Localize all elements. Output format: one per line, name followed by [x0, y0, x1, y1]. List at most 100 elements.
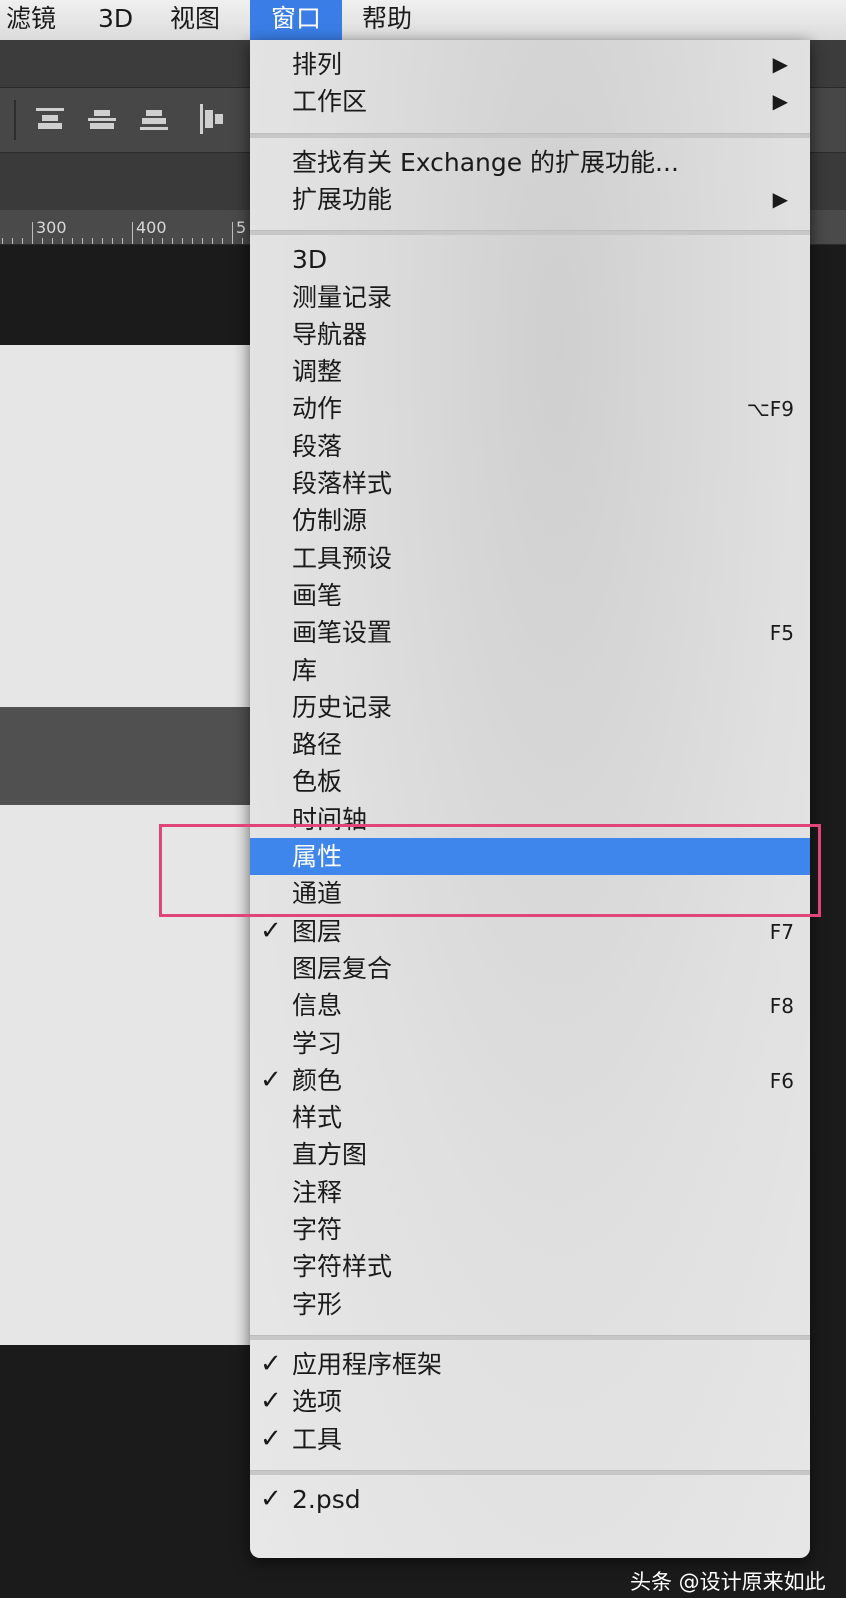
menu-item-2-7[interactable]: 仿制源 [250, 502, 810, 539]
menu-item-2-4[interactable]: 动作 ⌥F9 [250, 390, 810, 427]
menu-item-label: 应用程序框架 [292, 1349, 443, 1379]
menu-item-3-1[interactable]: ✓ 选项 [250, 1383, 810, 1420]
menu-item-label: 图层 [292, 916, 343, 946]
shortcut-label: F6 [769, 1068, 794, 1093]
menu-item-label: 图层复合 [292, 953, 393, 983]
ruler-tick [162, 238, 163, 244]
ruler-tick [152, 238, 153, 244]
menu-item-2-0[interactable]: 3D [250, 241, 810, 278]
menu-item-label: 路径 [292, 730, 343, 760]
menu-item-label: 通道 [292, 879, 343, 909]
menu-item-label: 导航器 [292, 319, 368, 349]
menu-item-label: 字形 [292, 1289, 343, 1319]
menu-item-2-16[interactable]: 属性 [250, 838, 810, 875]
menu-item-label: 样式 [292, 1103, 343, 1133]
menu-item-2-20[interactable]: 信息 F8 [250, 987, 810, 1024]
shortcut-label: F8 [769, 994, 794, 1019]
menu-item-2-14[interactable]: 色板 [250, 763, 810, 800]
menu-item-label: 工具预设 [292, 543, 393, 573]
menu-item-label: 仿制源 [292, 506, 368, 536]
canvas-area[interactable] [0, 805, 250, 1345]
window-menu-dropdown: 排列 ▶ 工作区 ▶ 查找有关 Exchange 的扩展功能... 扩展功能 ▶ 3D 测量记录… [250, 40, 810, 1558]
menu-item-2-5[interactable]: 段落 [250, 428, 810, 465]
ruler-tick [122, 238, 123, 244]
align-left-icon[interactable] [200, 104, 230, 134]
canvas-band [0, 707, 250, 805]
menu-item-2-3[interactable]: 调整 [250, 353, 810, 390]
submenu-arrow-icon: ▶ [772, 89, 788, 114]
menu-item-label: 画笔设置 [292, 618, 393, 648]
menu-item-label: 属性 [292, 842, 343, 871]
menu-item-2-10[interactable]: 画笔设置 F5 [250, 614, 810, 651]
menu-item-label: 字符样式 [292, 1252, 393, 1282]
menu-item-label: 注释 [292, 1177, 343, 1207]
ruler-tick [242, 238, 243, 244]
align-bottom-icon[interactable] [140, 108, 170, 132]
menu-window[interactable]: 窗口 [250, 0, 342, 40]
menu-item-1-0[interactable]: 查找有关 Exchange 的扩展功能... [250, 144, 810, 181]
menu-item-2-18[interactable]: ✓ 图层 F7 [250, 913, 810, 950]
toolbar-separator [14, 100, 16, 140]
menu-item-2-15[interactable]: 时间轴 [250, 801, 810, 838]
ruler-tick [62, 238, 63, 244]
align-vcenter-icon[interactable] [88, 108, 118, 132]
menu-item-2-25[interactable]: 注释 [250, 1174, 810, 1211]
shortcut-label: F5 [769, 621, 794, 646]
menu-item-2-13[interactable]: 路径 [250, 726, 810, 763]
menu-item-label: 2.psd [292, 1484, 361, 1514]
menu-item-4-0[interactable]: ✓ 2.psd [250, 1481, 810, 1518]
menu-item-2-17[interactable]: 通道 [250, 875, 810, 912]
checkmark-icon: ✓ [260, 1423, 282, 1454]
menu-item-3-2[interactable]: ✓ 工具 [250, 1421, 810, 1458]
ruler-tick [192, 238, 193, 244]
menu-item-2-27[interactable]: 字符样式 [250, 1248, 810, 1285]
menu-item-2-26[interactable]: 字符 [250, 1211, 810, 1248]
shortcut-label: ⌥F9 [746, 397, 794, 422]
ruler-tick [112, 238, 113, 244]
menu-item-1-1[interactable]: 扩展功能 ▶ [250, 181, 810, 218]
align-top-icon[interactable] [36, 108, 66, 132]
menu-item-3-0[interactable]: ✓ 应用程序框架 [250, 1346, 810, 1383]
ruler-tick [232, 222, 233, 244]
ruler-tick [182, 238, 183, 244]
menu-item-2-28[interactable]: 字形 [250, 1286, 810, 1323]
menu-view[interactable]: 视图 [170, 0, 220, 40]
ruler-tick [42, 238, 43, 244]
menu-item-2-8[interactable]: 工具预设 [250, 540, 810, 577]
menu-item-2-11[interactable]: 库 [250, 652, 810, 689]
ruler-tick [22, 238, 23, 244]
menu-item-label: 库 [292, 655, 318, 685]
menu-item-2-2[interactable]: 导航器 [250, 316, 810, 353]
canvas-area[interactable] [0, 345, 250, 707]
menu-item-label: 查找有关 Exchange 的扩展功能... [292, 147, 679, 177]
menu-item-2-6[interactable]: 段落样式 [250, 465, 810, 502]
submenu-arrow-icon: ▶ [772, 186, 788, 211]
menu-item-2-23[interactable]: 样式 [250, 1099, 810, 1136]
ruler-label: 5 [236, 218, 247, 237]
menu-filter[interactable]: 滤镜 [6, 0, 56, 40]
menu-3d[interactable]: 3D [98, 0, 133, 40]
ruler-tick [132, 222, 133, 244]
menu-item-0-1[interactable]: 工作区 ▶ [250, 83, 810, 120]
menu-item-2-9[interactable]: 画笔 [250, 577, 810, 614]
checkmark-icon: ✓ [260, 1064, 282, 1095]
ruler-tick [2, 238, 3, 244]
menu-item-0-0[interactable]: 排列 ▶ [250, 46, 810, 83]
menu-item-label: 色板 [292, 767, 343, 797]
menu-divider [250, 230, 810, 236]
ruler-tick [72, 238, 73, 244]
checkmark-icon: ✓ [260, 1483, 282, 1514]
menu-item-2-22[interactable]: ✓ 颜色 F6 [250, 1062, 810, 1099]
menu-item-2-19[interactable]: 图层复合 [250, 950, 810, 987]
menu-item-2-24[interactable]: 直方图 [250, 1136, 810, 1173]
menu-item-label: 段落 [292, 431, 343, 461]
menu-item-2-21[interactable]: 学习 [250, 1025, 810, 1062]
menu-item-2-1[interactable]: 测量记录 [250, 279, 810, 316]
ruler-tick [172, 238, 173, 244]
menu-item-label: 3D [292, 245, 328, 275]
menu-help[interactable]: 帮助 [362, 0, 412, 40]
menu-item-label: 颜色 [292, 1065, 343, 1095]
menu-item-2-12[interactable]: 历史记录 [250, 689, 810, 726]
menu-item-label: 工具 [292, 1424, 343, 1454]
ruler-tick [202, 238, 203, 244]
